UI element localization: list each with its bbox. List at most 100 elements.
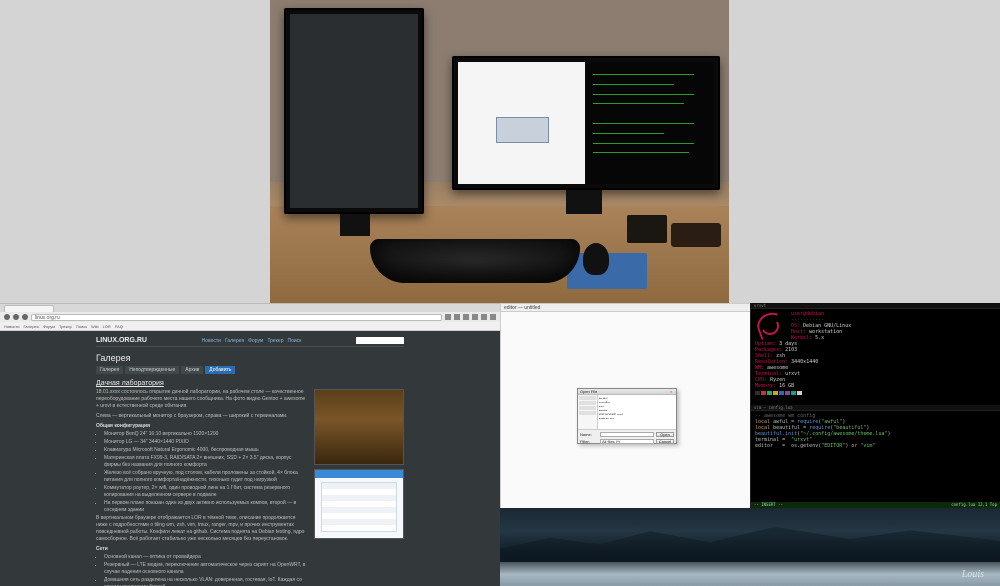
browser-tabstrip[interactable]	[0, 304, 500, 312]
browser-toolbar: linux.org.ru	[0, 312, 500, 322]
terminal-neofetch[interactable]: urxvt user@debian-----------OS: Debian G…	[750, 303, 1000, 405]
cancel-button[interactable]: Cancel	[656, 439, 674, 444]
thumbnail-lab-photo[interactable]	[314, 389, 404, 465]
list-item: Материнская плата FX99-3, RAID/SATA 2× в…	[104, 455, 308, 469]
photo-minipc	[627, 215, 667, 243]
debian-logo-icon	[755, 311, 787, 339]
file-item[interactable]: src	[599, 404, 675, 407]
list-item: Железо всё собрано вручную, под столом, …	[104, 470, 308, 484]
neofetch-line: Memory: 16 GB	[755, 383, 996, 389]
filter-label: Filter:	[580, 439, 598, 444]
status-mode: -- INSERT --	[754, 502, 783, 508]
extension-icon[interactable]	[454, 314, 460, 320]
back-icon[interactable]	[4, 314, 10, 320]
menu-icon[interactable]	[490, 314, 496, 320]
editor-titlebar[interactable]: editor — untitled	[501, 304, 750, 312]
extension-icon[interactable]	[472, 314, 478, 320]
nav-link[interactable]: Поиск	[287, 338, 301, 344]
section-tabs: Галерея Неподтвержденные Архив Добавить	[96, 366, 404, 374]
photo-mouse	[583, 243, 609, 275]
close-icon[interactable]: ×	[668, 389, 674, 394]
paragraph: Слева — вертикальный монитор с браузером…	[96, 413, 308, 420]
reload-icon[interactable]	[22, 314, 28, 320]
section-tab[interactable]: Галерея	[96, 366, 123, 374]
dialog-places	[578, 395, 598, 429]
file-item[interactable]: setup.py	[599, 416, 675, 419]
list-item: Резервный — LTE модем, переключение авто…	[104, 562, 308, 576]
post-title[interactable]: Дачная лаборатория	[96, 380, 404, 387]
browser-window: linux.org.ru Новости Галерея Форум Треке…	[0, 303, 500, 586]
list-item: Клавиатура Microsoft Natural Ergonomic 4…	[104, 447, 308, 454]
photo-pane-terminal	[587, 62, 714, 184]
bookmark-item[interactable]: Новости	[4, 324, 19, 329]
code-line: editor = os.getenv("EDITOR") or "vim"	[755, 443, 996, 449]
place-item[interactable]	[579, 396, 596, 400]
forward-icon[interactable]	[13, 314, 19, 320]
article-text: 18.01.xxxx состоялось открытие дачной ла…	[96, 389, 308, 586]
paragraph: В вертикальном браузере отображается LOR…	[96, 515, 308, 543]
bookmark-item[interactable]: Поиск	[76, 324, 87, 329]
name-label: Name:	[580, 432, 598, 437]
site-title[interactable]: LINUX.ORG.RU	[96, 337, 147, 344]
terminal-titlebar[interactable]: urxvt	[751, 303, 1000, 309]
photo-stand-portrait	[340, 214, 370, 236]
nav-link[interactable]: Галерея	[225, 338, 244, 344]
paragraph: 18.01.xxxx состоялось открытие дачной ла…	[96, 389, 308, 410]
section-tab-active[interactable]: Добавить	[205, 366, 235, 374]
bookmark-item[interactable]: FAQ	[115, 324, 123, 329]
place-item[interactable]	[579, 401, 596, 405]
nav-link[interactable]: Новости	[202, 338, 221, 344]
file-item[interactable]: README.md	[599, 412, 675, 415]
bookmark-item[interactable]: LOR	[103, 324, 111, 329]
address-bar[interactable]: linux.org.ru	[31, 314, 442, 321]
bookmarks-bar: Новости Галерея Форум Трекер Поиск Wiki …	[0, 322, 500, 330]
dialog-title: Open File	[580, 389, 597, 394]
section-heading: Сети	[96, 546, 308, 552]
terminal-titlebar[interactable]: vim — config.lua	[751, 405, 1000, 411]
section-tab[interactable]: Архив	[181, 366, 203, 374]
search-input[interactable]	[356, 337, 404, 344]
photo-stand-ultrawide	[566, 190, 602, 214]
file-item[interactable]: tests	[599, 408, 675, 411]
article-thumbnails	[314, 389, 404, 586]
extension-icon[interactable]	[445, 314, 451, 320]
list-item: Коммутатор роутер, 2× wifi, один проводн…	[104, 485, 308, 499]
page-content[interactable]: LINUX.ORG.RU Новости Галерея Форум Треке…	[0, 331, 500, 586]
file-item[interactable]: config	[599, 400, 675, 403]
file-open-dialog: Open File × build config src tests READM…	[577, 388, 677, 444]
list-item: На первом плане показан один из двух акт…	[104, 500, 308, 514]
terminal-editor[interactable]: vim — config.lua -- awesome wm configloc…	[750, 405, 1000, 508]
dialog-file-list[interactable]: build config src tests README.md setup.p…	[598, 395, 676, 429]
filter-select[interactable]: All files (*)	[600, 439, 654, 444]
open-button[interactable]: Open	[656, 432, 674, 437]
nav-link[interactable]: Трекер	[267, 338, 283, 344]
page-title: Галерея	[96, 353, 404, 363]
bookmark-item[interactable]: Форум	[43, 324, 55, 329]
bookmark-item[interactable]: Трекер	[59, 324, 72, 329]
photo-monitor-portrait	[284, 8, 424, 214]
wallpaper-mountain	[500, 518, 1000, 562]
list-item: Монитор BenQ 24" 16:10 вертикально 1920×…	[104, 431, 308, 438]
name-input[interactable]	[600, 432, 654, 437]
thumbnail-scheduler[interactable]	[314, 469, 404, 539]
browser-tab[interactable]	[4, 305, 54, 312]
nav-link[interactable]: Форум	[248, 338, 263, 344]
section-heading: Общая конфигурация	[96, 423, 308, 429]
list-item: Домашняя сеть разделена на несколько VLA…	[104, 577, 308, 586]
photo-pane-white	[458, 62, 585, 184]
editor-window: editor — untitled Open File × build conf…	[500, 303, 750, 508]
photo-monitor-ultrawide-screen	[458, 62, 714, 184]
file-item[interactable]: build	[599, 396, 675, 399]
desk-photo	[270, 0, 729, 303]
bookmark-item[interactable]: Wiki	[91, 324, 99, 329]
extension-icon[interactable]	[463, 314, 469, 320]
status-position: config.lua 12,1 Top	[951, 502, 997, 508]
place-item[interactable]	[579, 406, 596, 410]
browser-chrome: linux.org.ru Новости Галерея Форум Треке…	[0, 304, 500, 331]
section-tab[interactable]: Неподтвержденные	[125, 366, 179, 374]
photo-keyboard	[370, 239, 580, 283]
extension-icon[interactable]	[481, 314, 487, 320]
place-item[interactable]	[579, 411, 596, 415]
bookmark-item[interactable]: Галерея	[23, 324, 38, 329]
site-nav: Новости Галерея Форум Трекер Поиск	[202, 338, 302, 344]
